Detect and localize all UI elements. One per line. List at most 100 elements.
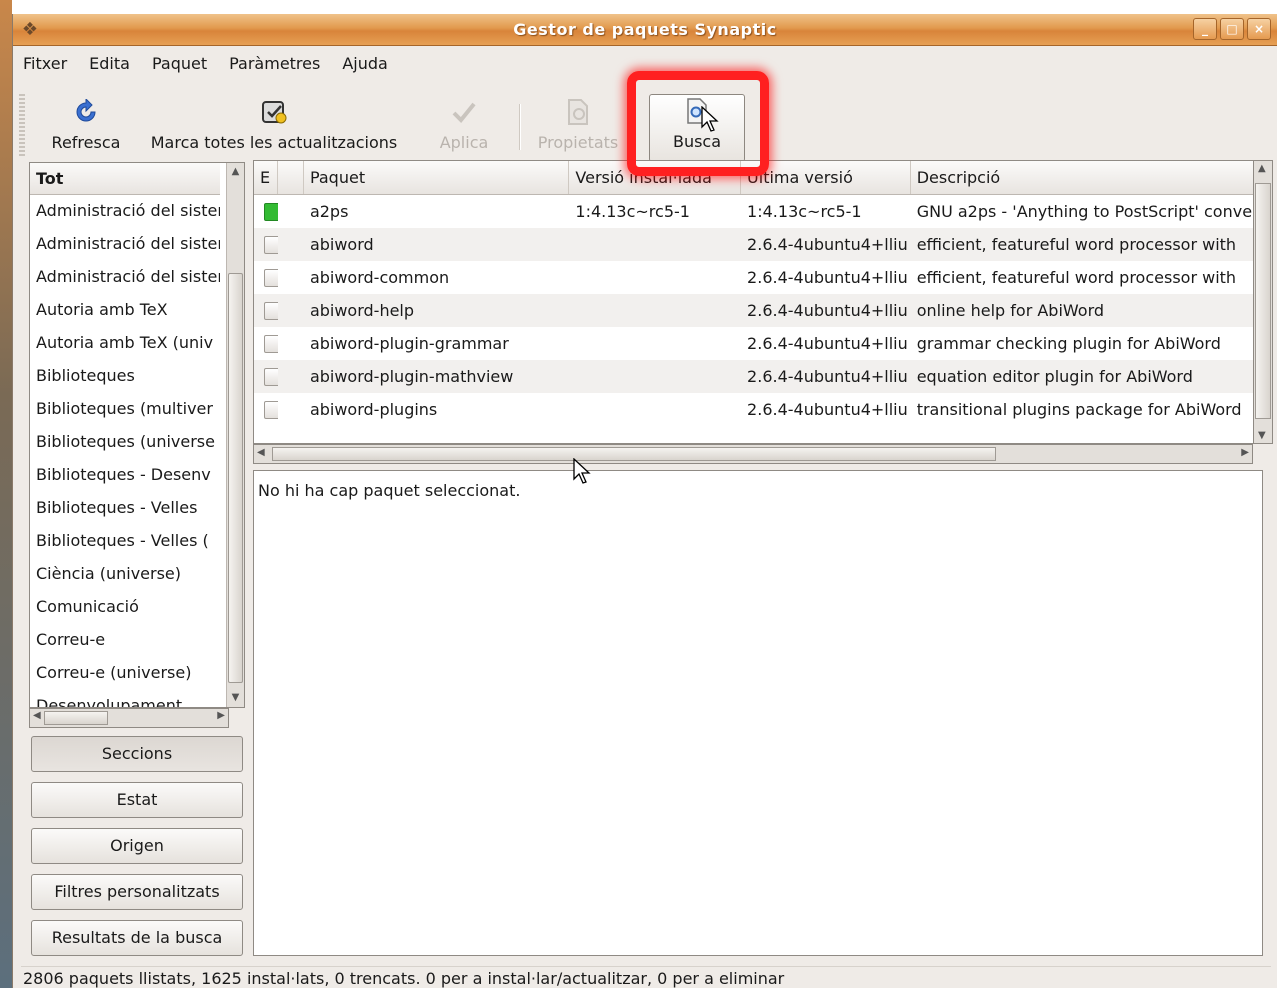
status-checkbox[interactable] xyxy=(254,268,278,287)
section-item-all[interactable]: Tot xyxy=(30,163,220,195)
scroll-right-icon[interactable]: ▶ xyxy=(217,710,225,721)
status-text: 2806 paquets llistats, 1625 instal·lats,… xyxy=(23,969,785,988)
apply-label: Aplica xyxy=(439,133,489,152)
package-row[interactable]: abiword 2.6.4-4ubuntu4+lliu efficient, fea… xyxy=(254,228,1262,261)
column-latest-version[interactable]: Última versió xyxy=(741,161,911,194)
section-item[interactable]: Biblioteques - Velles xyxy=(30,492,220,525)
section-item[interactable]: Administració del sistema xyxy=(30,228,220,261)
section-item[interactable]: Biblioteques - Velles ( xyxy=(30,525,220,558)
package-description: transitional plugins package for AbiWord xyxy=(916,400,1242,419)
not-installed-status-icon[interactable] xyxy=(264,367,278,386)
section-item[interactable]: Correu-e (universe) xyxy=(30,657,220,690)
package-row[interactable]: abiword-common 2.6.4-4ubuntu4+lliu efficie… xyxy=(254,261,1262,294)
section-item[interactable]: Autoria amb TeX (univ xyxy=(30,327,220,360)
menu-file[interactable]: Fitxer xyxy=(21,52,69,75)
refresh-button[interactable]: Refresca xyxy=(41,88,131,162)
status-checkbox[interactable] xyxy=(254,400,278,419)
scroll-right-icon[interactable]: ▶ xyxy=(1241,447,1249,458)
scrollbar-thumb[interactable] xyxy=(44,711,108,725)
column-support[interactable] xyxy=(278,161,304,194)
section-item[interactable]: Ciència (universe) xyxy=(30,558,220,591)
desktop-background xyxy=(0,0,12,988)
status-checkbox[interactable] xyxy=(254,301,278,320)
origin-filter-button[interactable]: Origen xyxy=(31,828,243,864)
section-item[interactable]: Autoria amb TeX xyxy=(30,294,220,327)
package-row[interactable]: abiword-plugin-mathview 2.6.4-4ubuntu4+ll… xyxy=(254,360,1262,393)
section-item[interactable]: Biblioteques xyxy=(30,360,220,393)
status-filter-button[interactable]: Estat xyxy=(31,782,243,818)
latest-version: 1:4.13c~rc5-1 xyxy=(747,202,862,221)
not-installed-status-icon[interactable] xyxy=(264,268,278,287)
scroll-down-icon[interactable]: ▼ xyxy=(227,689,244,707)
installed-version: 1:4.13c~rc5-1 xyxy=(575,202,690,221)
close-icon[interactable]: × xyxy=(1247,18,1271,40)
installed-status-icon[interactable] xyxy=(264,202,278,221)
section-item[interactable]: Administració del sistema xyxy=(30,261,220,294)
section-item[interactable]: Comunicació xyxy=(30,591,220,624)
section-item[interactable]: Administració del sistema xyxy=(30,195,220,228)
not-installed-status-icon[interactable] xyxy=(264,334,278,353)
sections-filter-button[interactable]: Seccions xyxy=(31,736,243,772)
menu-edit[interactable]: Edita xyxy=(87,52,132,75)
scrollbar-thumb[interactable] xyxy=(272,447,996,461)
package-row[interactable]: abiword-help 2.6.4-4ubuntu4+lliu online he… xyxy=(254,294,1262,327)
package-row[interactable]: abiword-plugin-grammar 2.6.4-4ubuntu4+lli… xyxy=(254,327,1262,360)
toolbar-grip[interactable] xyxy=(19,94,25,156)
package-row[interactable]: abiword-plugins 2.6.4-4ubuntu4+lliu transi… xyxy=(254,393,1262,426)
package-name: abiword xyxy=(309,235,374,254)
package-list-vertical-scrollbar[interactable]: ▲ ▼ xyxy=(1253,160,1273,444)
package-name: a2ps xyxy=(309,202,349,221)
not-installed-status-icon[interactable] xyxy=(264,235,278,254)
scrollbar-thumb[interactable] xyxy=(228,273,243,683)
refresh-icon xyxy=(71,97,101,127)
refresh-label: Refresca xyxy=(51,133,121,152)
column-installed-version[interactable]: Versió instal·lada xyxy=(569,161,742,194)
title-bar[interactable]: ❖ Gestor de paquets Synaptic _ □ × xyxy=(13,14,1277,46)
scroll-up-icon[interactable]: ▲ xyxy=(1258,163,1266,174)
column-description[interactable]: Descripció xyxy=(911,161,1262,194)
section-item[interactable]: Correu-e xyxy=(30,624,220,657)
package-name: abiword-plugins xyxy=(309,400,438,419)
search-results-button[interactable]: Resultats de la busca xyxy=(31,920,243,956)
section-item[interactable]: Biblioteques - Desenv xyxy=(30,459,220,492)
properties-label: Propietats xyxy=(537,133,619,152)
latest-version: 2.6.4-4ubuntu4+lliu xyxy=(747,235,908,254)
package-description: efficient, featureful word processor wit… xyxy=(916,268,1237,287)
menu-settings[interactable]: Paràmetres xyxy=(227,52,322,75)
no-selection-message: No hi ha cap paquet seleccionat. xyxy=(258,481,521,500)
properties-button[interactable]: Propietats xyxy=(533,88,623,162)
status-checkbox[interactable] xyxy=(254,367,278,386)
scroll-up-icon[interactable]: ▲ xyxy=(227,163,244,181)
column-package[interactable]: Paquet xyxy=(304,161,570,194)
apply-button[interactable]: Aplica xyxy=(429,88,499,162)
column-status[interactable]: E xyxy=(254,161,278,194)
package-row[interactable]: a2ps 1:4.13c~rc5-1 1:4.13c~rc5-1 GNU a2ps -… xyxy=(254,195,1262,228)
status-checkbox[interactable] xyxy=(254,202,278,221)
checkmark-icon xyxy=(449,97,479,127)
scroll-down-icon[interactable]: ▼ xyxy=(1258,430,1266,441)
scrollbar-thumb[interactable] xyxy=(1255,183,1271,419)
search-button[interactable]: Busca xyxy=(649,94,745,162)
section-item[interactable]: Biblioteques (multiver xyxy=(30,393,220,426)
properties-icon xyxy=(563,97,593,127)
package-list: E Paquet Versió instal·lada Última versi… xyxy=(253,160,1263,444)
sections-list: Tot Administració del sistema Administra… xyxy=(29,162,245,708)
minimize-icon[interactable]: _ xyxy=(1193,18,1217,40)
menu-package[interactable]: Paquet xyxy=(150,52,209,75)
package-list-horizontal-scrollbar[interactable]: ◀ ▶ xyxy=(253,444,1253,464)
sections-horizontal-scrollbar[interactable]: ◀ ▶ xyxy=(29,708,229,728)
section-item[interactable]: Biblioteques (universe xyxy=(30,426,220,459)
status-checkbox[interactable] xyxy=(254,334,278,353)
mark-all-upgrades-button[interactable]: Marca totes les actualitzacions xyxy=(139,88,409,162)
scroll-left-icon[interactable]: ◀ xyxy=(257,447,265,458)
status-checkbox[interactable] xyxy=(254,235,278,254)
not-installed-status-icon[interactable] xyxy=(264,400,278,419)
menu-help[interactable]: Ajuda xyxy=(340,52,390,75)
window-title: Gestor de paquets Synaptic xyxy=(513,20,777,39)
scroll-left-icon[interactable]: ◀ xyxy=(33,710,41,721)
sections-vertical-scrollbar[interactable]: ▲ ▼ xyxy=(226,163,244,707)
custom-filters-button[interactable]: Filtres personalitzats xyxy=(31,874,243,910)
not-installed-status-icon[interactable] xyxy=(264,301,278,320)
maximize-icon[interactable]: □ xyxy=(1220,18,1244,40)
section-item[interactable]: Desenvolupament xyxy=(30,690,220,707)
